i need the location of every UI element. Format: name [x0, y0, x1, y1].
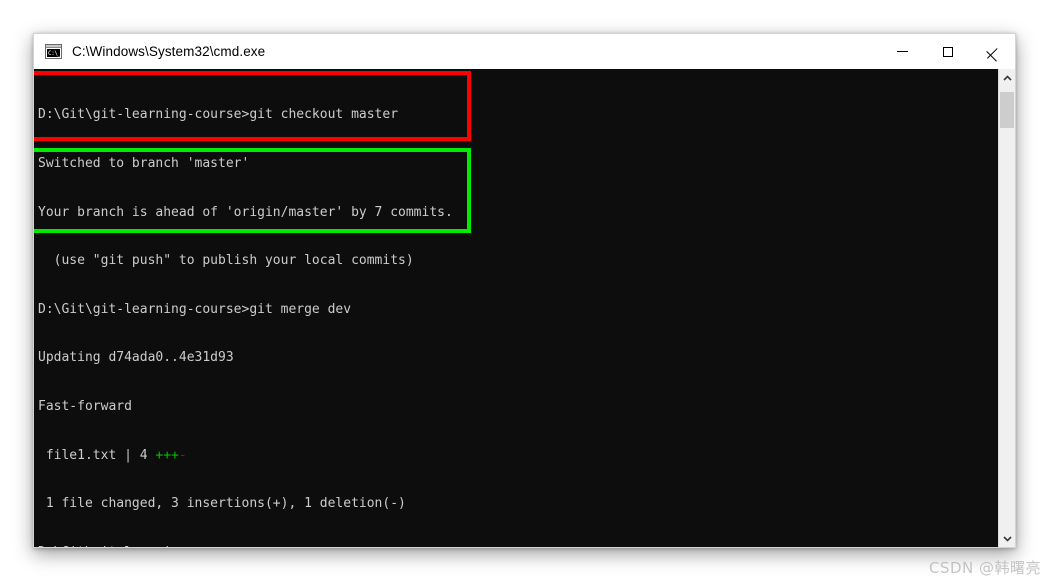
terminal-line: Switched to branch 'master': [38, 156, 250, 171]
diffstat-file: file1.txt | 4: [38, 447, 156, 463]
terminal-line: Updating d74ada0..4e31d93: [38, 350, 234, 366]
screenshot-root: C:\_ C:\Windows\System32\cmd.exe D:\Git\…: [0, 0, 1049, 582]
scrollbar-track[interactable]: [999, 86, 1015, 530]
cmd-icon-titlebar: [46, 45, 61, 48]
chevron-up-icon: [1002, 74, 1012, 81]
scroll-up-button[interactable]: [999, 69, 1015, 86]
terminal-line: Your branch is ahead of 'origin/master' …: [38, 204, 453, 220]
scrollbar-thumb[interactable]: [1000, 92, 1014, 128]
terminal-line: D:\Git\git-learning-course>: [38, 545, 998, 547]
chevron-down-icon: [1002, 535, 1012, 542]
cmd-icon-label: C:\_: [47, 49, 60, 57]
console-area: D:\Git\git-learning-course>git checkout …: [34, 69, 1015, 547]
vertical-scrollbar[interactable]: [998, 69, 1015, 547]
terminal-line-diffstat: file1.txt | 4 +++-: [38, 448, 998, 464]
terminal-line: D:\Git\git-learning-course>git merge dev: [38, 301, 352, 317]
maximize-icon: [942, 46, 953, 57]
title-bar[interactable]: C:\_ C:\Windows\System32\cmd.exe: [34, 34, 1015, 69]
cmd-icon: C:\_: [45, 44, 62, 59]
maximize-button[interactable]: [925, 34, 970, 69]
terminal-lines: D:\Git\git-learning-course>git checkout …: [38, 75, 998, 547]
diffstat-deletions: -: [178, 447, 187, 463]
terminal-line: (use "git push" to publish your local co…: [38, 253, 414, 269]
close-button[interactable]: [970, 34, 1015, 69]
scroll-down-button[interactable]: [999, 530, 1015, 547]
close-icon: [987, 46, 998, 57]
minimize-button[interactable]: [880, 34, 925, 69]
terminal-line: 1 file changed, 3 insertions(+), 1 delet…: [38, 496, 406, 512]
window-controls: [880, 34, 1015, 69]
diffstat-additions: +++: [155, 447, 179, 463]
window-title: C:\Windows\System32\cmd.exe: [72, 44, 266, 59]
terminal-line: Fast-forward: [38, 398, 132, 414]
terminal-output[interactable]: D:\Git\git-learning-course>git checkout …: [34, 69, 998, 547]
watermark: CSDN @韩曙亮: [928, 559, 1041, 577]
terminal-line: D:\Git\git-learning-course>git checkout …: [38, 107, 399, 123]
minimize-icon: [897, 51, 908, 52]
cmd-window: C:\_ C:\Windows\System32\cmd.exe D:\Git\…: [33, 33, 1016, 548]
